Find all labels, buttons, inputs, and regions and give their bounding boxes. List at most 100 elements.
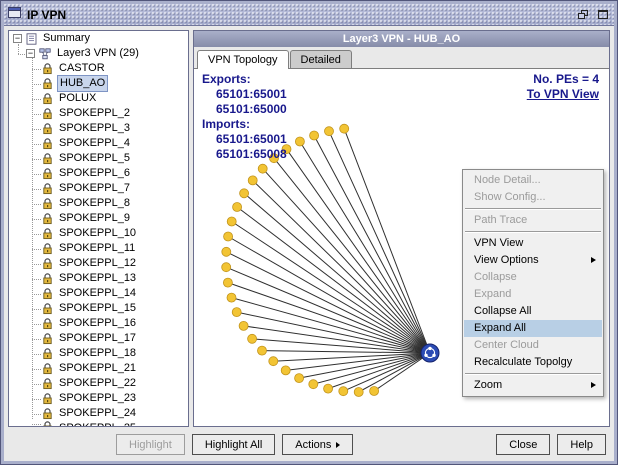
spoke-node[interactable] <box>370 387 379 396</box>
spoke-node[interactable] <box>258 346 267 355</box>
iconify-button[interactable] <box>574 7 591 22</box>
spoke-node[interactable] <box>309 380 318 389</box>
lock-icon <box>42 393 53 405</box>
tree-item-castor[interactable]: CASTOR <box>9 61 188 76</box>
tree-item-polux[interactable]: POLUX <box>9 91 188 106</box>
lock-icon <box>42 93 53 105</box>
spoke-node[interactable] <box>354 388 363 397</box>
tree-item-layer3-vpn-29[interactable]: − Layer3 VPN (29) <box>9 46 188 61</box>
lock-icon <box>42 363 53 375</box>
spoke-node[interactable] <box>258 164 267 173</box>
tree-collapse-toggle-icon[interactable]: − <box>26 49 35 58</box>
spoke-node[interactable] <box>227 293 236 302</box>
tree-item-spokeppl-5[interactable]: SPOKEPPL_5 <box>9 151 188 166</box>
tree-item-label: SPOKEPPL_18 <box>57 346 138 361</box>
spoke-node[interactable] <box>269 357 278 366</box>
tree-item-spokeppl-9[interactable]: SPOKEPPL_9 <box>9 211 188 226</box>
menu-item-label: Collapse All <box>474 305 531 317</box>
spoke-node[interactable] <box>248 334 257 343</box>
spoke-node[interactable] <box>227 217 236 226</box>
spoke-node[interactable] <box>339 387 348 396</box>
menu-item-expand-all[interactable]: Expand All <box>464 320 602 337</box>
spoke-node[interactable] <box>232 308 241 317</box>
tree-item-spokeppl-17[interactable]: SPOKEPPL_17 <box>9 331 188 346</box>
highlight-button[interactable]: Highlight <box>116 434 185 455</box>
spoke-node[interactable] <box>248 176 257 185</box>
tree-collapse-toggle-icon[interactable]: − <box>13 34 22 43</box>
spoke-node[interactable] <box>281 366 290 375</box>
spoke-node[interactable] <box>222 263 231 272</box>
actions-button[interactable]: Actions <box>282 434 353 455</box>
menu-item-label: Recalculate Topolgy <box>474 356 572 368</box>
highlight-all-button[interactable]: Highlight All <box>192 434 275 455</box>
tree-item-label: Layer3 VPN (29) <box>55 46 141 61</box>
tree-item-summary[interactable]: −Summary <box>9 31 188 46</box>
tree-item-spokeppl-2[interactable]: SPOKEPPL_2 <box>9 106 188 121</box>
tree-item-spokeppl-16[interactable]: SPOKEPPL_16 <box>9 316 188 331</box>
spoke-node[interactable] <box>310 131 319 140</box>
tab-bar: VPN Topology Detailed <box>194 47 609 68</box>
window-titlebar[interactable]: IP VPN <box>4 4 614 26</box>
tree-item-spokeppl-15[interactable]: SPOKEPPL_15 <box>9 301 188 316</box>
tree-item-spokeppl-3[interactable]: SPOKEPPL_3 <box>9 121 188 136</box>
tree-item-spokeppl-10[interactable]: SPOKEPPL_10 <box>9 226 188 241</box>
lock-icon <box>42 421 53 426</box>
menu-item-vpn-view[interactable]: VPN View <box>464 235 602 252</box>
menu-item-label: Center Cloud <box>474 339 539 351</box>
route-targets-block: Exports: 65101:65001 65101:65000 Imports… <box>202 72 287 162</box>
tree-item-spokeppl-4[interactable]: SPOKEPPL_4 <box>9 136 188 151</box>
spoke-node[interactable] <box>324 384 333 393</box>
tree-item-spokeppl-21[interactable]: SPOKEPPL_21 <box>9 361 188 376</box>
tree-item-spokeppl-23[interactable]: SPOKEPPL_23 <box>9 391 188 406</box>
spoke-node[interactable] <box>325 127 334 136</box>
maximize-button[interactable] <box>594 7 611 22</box>
tree-item-spokeppl-22[interactable]: SPOKEPPL_22 <box>9 376 188 391</box>
tree-item-spokeppl-24[interactable]: SPOKEPPL_24 <box>9 406 188 421</box>
spoke-node[interactable] <box>240 189 249 198</box>
tree-item-spokeppl-7[interactable]: SPOKEPPL_7 <box>9 181 188 196</box>
tree-item-spokeppl-6[interactable]: SPOKEPPL_6 <box>9 166 188 181</box>
hub-node-icon[interactable] <box>421 344 439 362</box>
tree-item-label: SPOKEPPL_5 <box>57 151 132 166</box>
tree-item-spokeppl-13[interactable]: SPOKEPPL_13 <box>9 271 188 286</box>
close-button[interactable]: Close <box>496 434 550 455</box>
help-button[interactable]: Help <box>557 434 606 455</box>
tree-item-label: SPOKEPPL_15 <box>57 301 138 316</box>
tree-item-spokeppl-11[interactable]: SPOKEPPL_11 <box>9 241 188 256</box>
tree-item-spokeppl-25[interactable]: SPOKEPPL_25 <box>9 421 188 426</box>
menu-item-collapse-all[interactable]: Collapse All <box>464 303 602 320</box>
menu-separator <box>465 231 601 233</box>
tree-item-hub-ao[interactable]: HUB_AO <box>9 76 188 91</box>
tree-item-spokeppl-12[interactable]: SPOKEPPL_12 <box>9 256 188 271</box>
vpn-tree: −Summary−Layer3 VPN (29)CASTORHUB_AOPOLU… <box>9 31 188 426</box>
spoke-node[interactable] <box>223 278 232 287</box>
lock-icon <box>42 303 53 315</box>
tree-item-spokeppl-18[interactable]: SPOKEPPL_18 <box>9 346 188 361</box>
spoke-node[interactable] <box>233 203 242 212</box>
menu-item-path-trace: Path Trace <box>464 212 602 229</box>
spoke-node[interactable] <box>222 247 231 256</box>
menu-item-zoom[interactable]: Zoom <box>464 377 602 394</box>
tab-detailed[interactable]: Detailed <box>290 50 352 68</box>
lock-icon <box>42 378 53 390</box>
export-value: 65101:65001 <box>216 87 287 102</box>
tree-item-label: SPOKEPPL_9 <box>57 211 132 226</box>
spoke-node[interactable] <box>340 124 349 133</box>
lock-icon <box>42 183 53 195</box>
spoke-node[interactable] <box>295 137 304 146</box>
menu-item-recalculate-topolgy[interactable]: Recalculate Topolgy <box>464 354 602 371</box>
menu-item-view-options[interactable]: View Options <box>464 252 602 269</box>
to-vpn-view-link[interactable]: To VPN View <box>527 87 599 102</box>
spoke-node[interactable] <box>224 232 233 241</box>
vpn-tree-panel[interactable]: −Summary−Layer3 VPN (29)CASTORHUB_AOPOLU… <box>8 30 189 427</box>
tree-item-label: SPOKEPPL_21 <box>57 361 138 376</box>
tree-item-spokeppl-14[interactable]: SPOKEPPL_14 <box>9 286 188 301</box>
menu-item-expand: Expand <box>464 286 602 303</box>
spoke-node[interactable] <box>239 321 248 330</box>
tab-vpn-topology[interactable]: VPN Topology <box>197 50 289 69</box>
spoke-node[interactable] <box>295 374 304 383</box>
menu-item-label: Collapse <box>474 271 517 283</box>
tree-item-spokeppl-8[interactable]: SPOKEPPL_8 <box>9 196 188 211</box>
lock-icon <box>42 258 53 270</box>
pe-count: No. PEs = 4 <box>527 72 599 87</box>
